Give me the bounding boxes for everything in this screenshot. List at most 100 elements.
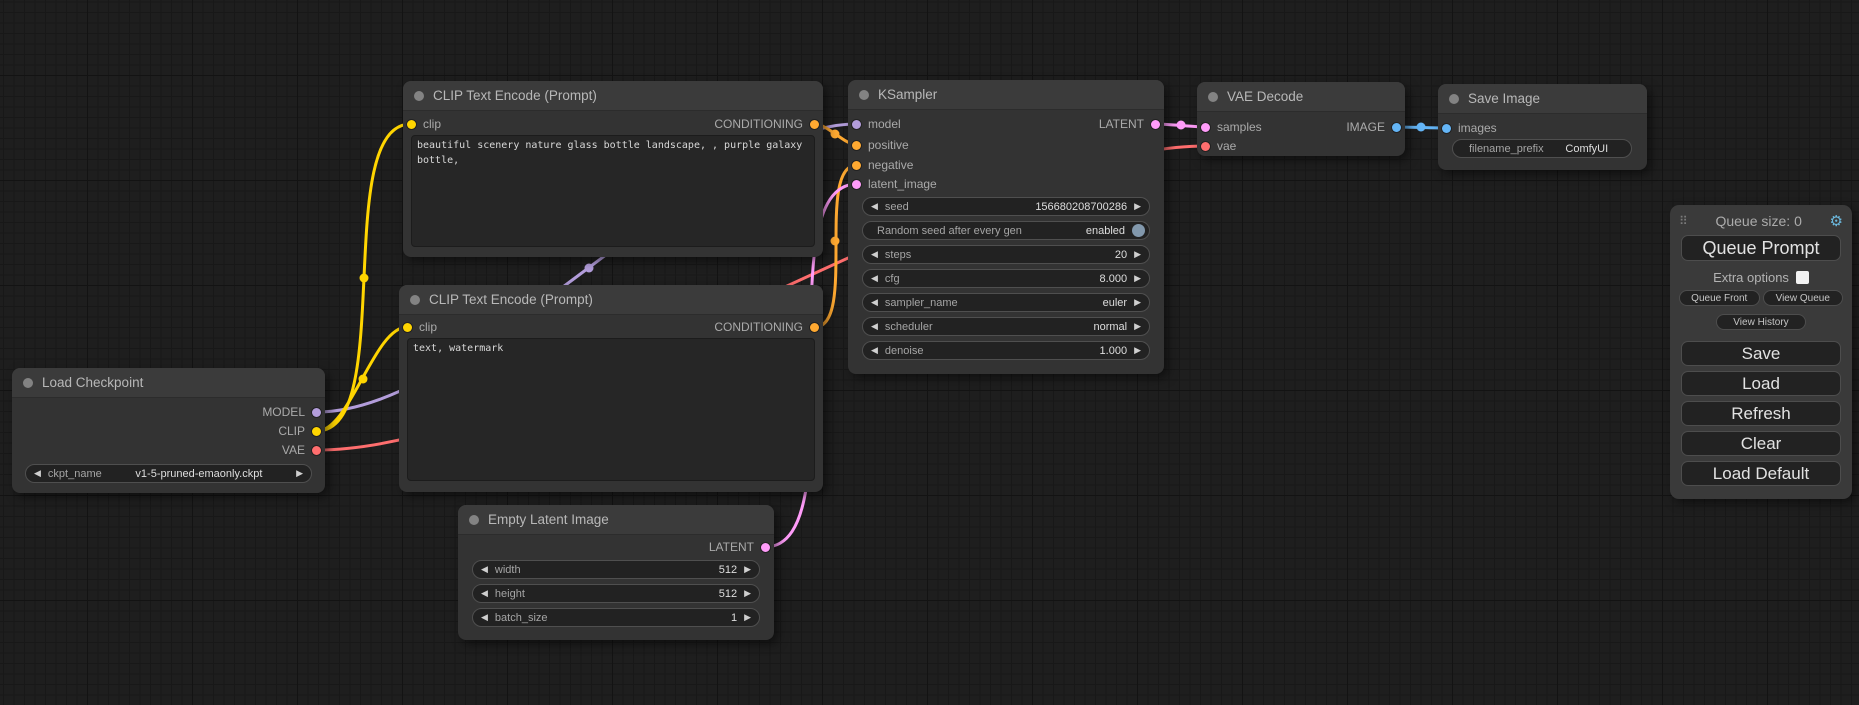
increment-arrow-icon[interactable]: ▶ (1134, 274, 1141, 283)
decrement-arrow-icon[interactable]: ◀ (871, 202, 878, 211)
node-collapse-dot[interactable] (469, 515, 479, 525)
output-slot-conditioning[interactable] (810, 323, 819, 332)
output-label: CONDITIONING (714, 117, 803, 131)
extra-options-checkbox[interactable] (1796, 271, 1809, 284)
prompt-textarea-negative[interactable]: text, watermark (407, 338, 815, 481)
node-ksampler[interactable]: KSampler model LATENT positive negative … (848, 80, 1164, 374)
decrement-arrow-icon[interactable]: ◀ (481, 613, 488, 622)
output-label: MODEL (262, 405, 305, 419)
input-slot-negative[interactable] (852, 161, 861, 170)
output-slot-vae[interactable] (312, 446, 321, 455)
node-collapse-dot[interactable] (859, 90, 869, 100)
input-slot-clip[interactable] (403, 323, 412, 332)
decrement-arrow-icon[interactable]: ◀ (481, 589, 488, 598)
node-title: CLIP Text Encode (Prompt) (429, 292, 593, 307)
output-slot-conditioning[interactable] (810, 120, 819, 129)
node-title: Empty Latent Image (488, 512, 609, 527)
node-empty-latent-image[interactable]: Empty Latent Image LATENT ◀ width 512 ▶ … (458, 505, 774, 640)
view-history-button[interactable]: View History (1716, 314, 1806, 330)
input-slot-latent-image[interactable] (852, 180, 861, 189)
increment-arrow-icon[interactable]: ▶ (1134, 202, 1141, 211)
increment-arrow-icon[interactable]: ▶ (1134, 322, 1141, 331)
output-label: CONDITIONING (714, 320, 803, 334)
output-slot-model[interactable] (312, 408, 321, 417)
output-label: LATENT (1099, 117, 1144, 131)
increment-arrow-icon[interactable]: ▶ (744, 589, 751, 598)
decrement-arrow-icon[interactable]: ◀ (871, 298, 878, 307)
decrement-arrow-icon[interactable]: ◀ (871, 346, 878, 355)
load-button[interactable]: Load (1681, 371, 1841, 396)
widget-batch-size[interactable]: ◀ batch_size 1 ▶ (472, 608, 760, 627)
decrement-arrow-icon[interactable]: ◀ (481, 565, 488, 574)
output-slot-latent[interactable] (1151, 120, 1160, 129)
input-slot-images[interactable] (1442, 124, 1451, 133)
queue-prompt-button[interactable]: Queue Prompt (1681, 235, 1841, 261)
node-clip-text-encode-negative[interactable]: CLIP Text Encode (Prompt) clip CONDITION… (399, 285, 823, 492)
node-clip-text-encode-positive[interactable]: CLIP Text Encode (Prompt) clip CONDITION… (403, 81, 823, 257)
widget-ckpt-name[interactable]: ◀ ckpt_name v1-5-pruned-emaonly.ckpt ▶ (25, 464, 312, 483)
increment-arrow-icon[interactable]: ▶ (296, 469, 303, 478)
widget-denoise[interactable]: ◀ denoise 1.000 ▶ (862, 341, 1150, 360)
link-dot (360, 274, 369, 283)
queue-front-button[interactable]: Queue Front (1679, 290, 1760, 306)
node-collapse-dot[interactable] (1208, 92, 1218, 102)
clear-button[interactable]: Clear (1681, 431, 1841, 456)
widget-value: v1-5-pruned-emaonly.ckpt (135, 468, 262, 480)
decrement-arrow-icon[interactable]: ◀ (871, 322, 878, 331)
widget-steps[interactable]: ◀ steps 20 ▶ (862, 245, 1150, 264)
link-dot (831, 237, 840, 246)
refresh-button[interactable]: Refresh (1681, 401, 1841, 426)
node-collapse-dot[interactable] (23, 378, 33, 388)
drag-handle-icon[interactable]: ⠿ (1679, 214, 1688, 228)
decrement-arrow-icon[interactable]: ◀ (34, 469, 41, 478)
increment-arrow-icon[interactable]: ▶ (1134, 298, 1141, 307)
increment-arrow-icon[interactable]: ▶ (744, 613, 751, 622)
input-slot-vae[interactable] (1201, 142, 1210, 151)
link-dot (831, 130, 840, 139)
node-load-checkpoint[interactable]: Load Checkpoint MODEL CLIP VAE ◀ ckpt_na… (12, 368, 325, 493)
widget-seed[interactable]: ◀ seed 156680208700286 ▶ (862, 197, 1150, 216)
input-slot-samples[interactable] (1201, 123, 1210, 132)
link-dot (359, 375, 368, 384)
widget-cfg[interactable]: ◀ cfg 8.000 ▶ (862, 269, 1150, 288)
increment-arrow-icon[interactable]: ▶ (1134, 346, 1141, 355)
prompt-textarea-positive[interactable]: beautiful scenery nature glass bottle la… (411, 135, 815, 247)
link-dot (1177, 121, 1186, 130)
view-queue-button[interactable]: View Queue (1763, 290, 1844, 306)
node-title: CLIP Text Encode (Prompt) (433, 88, 597, 103)
widget-filename-prefix[interactable]: filename_prefix ComfyUI (1452, 139, 1632, 158)
node-collapse-dot[interactable] (414, 91, 424, 101)
settings-gear-icon[interactable]: ⚙ (1830, 212, 1843, 230)
node-vae-decode[interactable]: VAE Decode samples IMAGE vae (1197, 82, 1405, 156)
input-label: clip (423, 117, 441, 131)
widget-scheduler[interactable]: ◀ scheduler normal ▶ (862, 317, 1150, 336)
node-collapse-dot[interactable] (410, 295, 420, 305)
queue-size-label: Queue size: 0 (1688, 213, 1830, 229)
decrement-arrow-icon[interactable]: ◀ (871, 250, 878, 259)
node-collapse-dot[interactable] (1449, 94, 1459, 104)
decrement-arrow-icon[interactable]: ◀ (871, 274, 878, 283)
widget-width[interactable]: ◀ width 512 ▶ (472, 560, 760, 579)
widget-sampler-name[interactable]: ◀ sampler_name euler ▶ (862, 293, 1150, 312)
output-label: LATENT (709, 540, 754, 554)
toggle-knob[interactable] (1132, 224, 1145, 237)
node-save-image[interactable]: Save Image images filename_prefix ComfyU… (1438, 84, 1647, 170)
queue-panel: ⠿ Queue size: 0 ⚙ Queue Prompt Extra opt… (1670, 205, 1852, 499)
node-graph-canvas[interactable]: Load Checkpoint MODEL CLIP VAE ◀ ckpt_na… (0, 0, 1859, 705)
widget-random-seed-toggle[interactable]: Random seed after every gen enabled (862, 221, 1150, 240)
widget-height[interactable]: ◀ height 512 ▶ (472, 584, 760, 603)
input-slot-clip[interactable] (407, 120, 416, 129)
increment-arrow-icon[interactable]: ▶ (1134, 250, 1141, 259)
node-title: Load Checkpoint (42, 375, 143, 390)
input-slot-positive[interactable] (852, 141, 861, 150)
link-dot (585, 264, 594, 273)
input-slot-model[interactable] (852, 120, 861, 129)
node-title: KSampler (878, 87, 937, 102)
extra-options-label: Extra options (1713, 270, 1789, 285)
save-button[interactable]: Save (1681, 341, 1841, 366)
increment-arrow-icon[interactable]: ▶ (744, 565, 751, 574)
output-slot-clip[interactable] (312, 427, 321, 436)
load-default-button[interactable]: Load Default (1681, 461, 1841, 486)
output-slot-image[interactable] (1392, 123, 1401, 132)
output-slot-latent[interactable] (761, 543, 770, 552)
